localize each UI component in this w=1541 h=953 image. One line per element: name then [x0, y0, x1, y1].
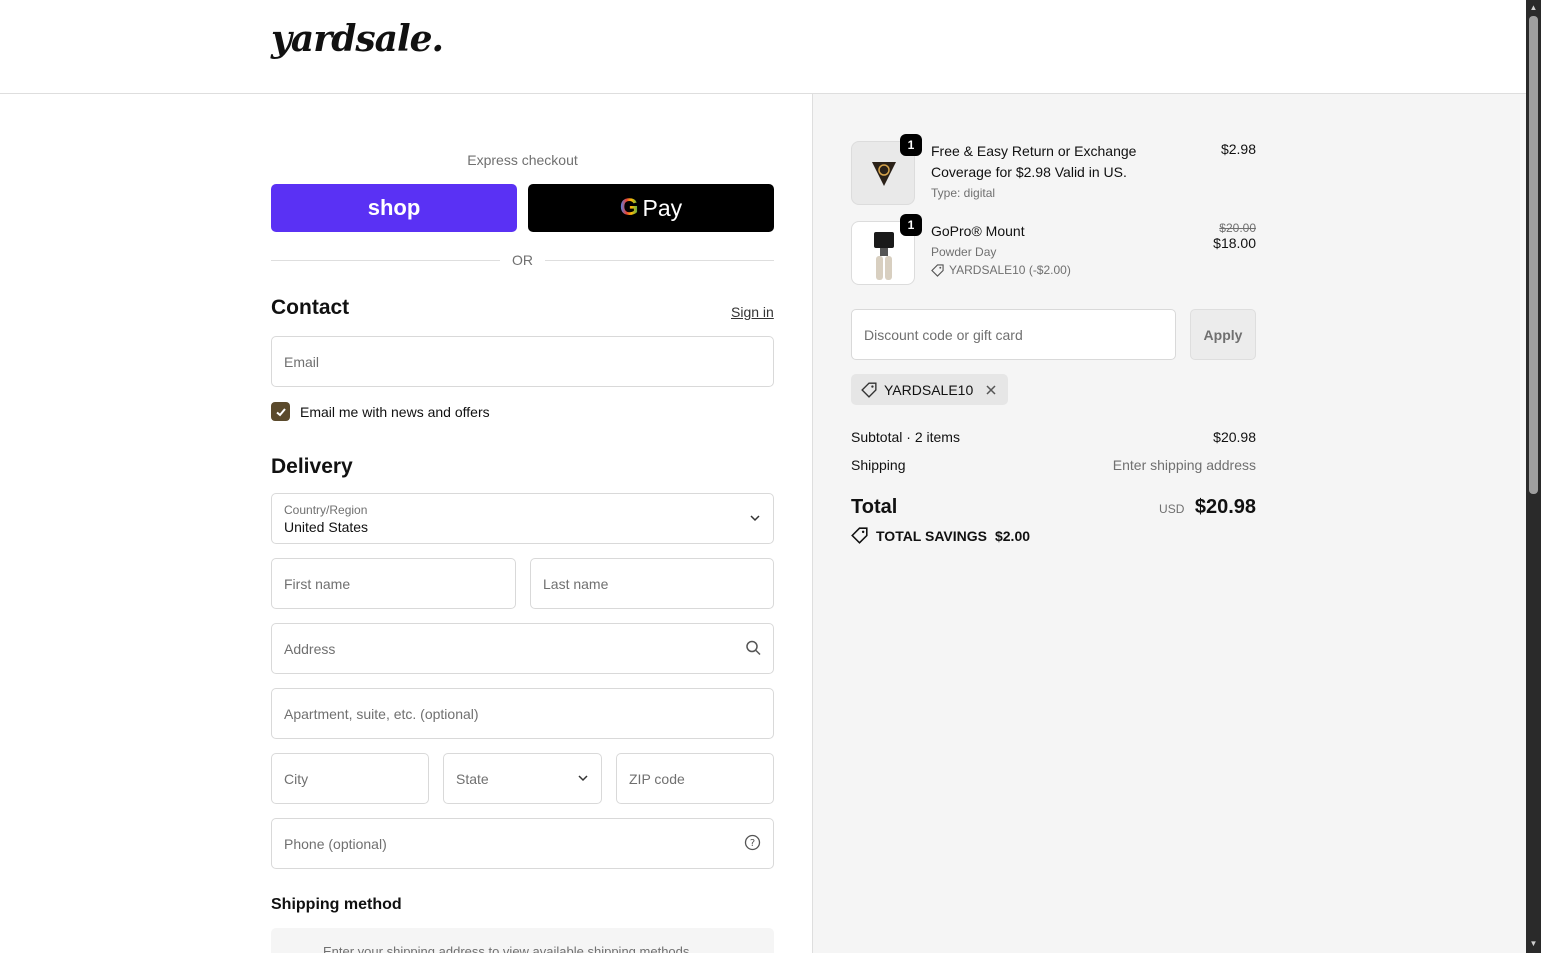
checkout-form-column: Express checkout shop G Pay OR Contact S… [0, 94, 812, 953]
email-field[interactable]: Email [271, 336, 774, 387]
country-select[interactable]: Country/Region United States [271, 493, 774, 544]
item-discount-label: YARDSALE10 (-$2.00) [949, 263, 1071, 277]
item-price: $18.00 [1213, 235, 1256, 251]
cart-item: 1 GoPro® Mount Powder Day YARDSALE10 (-$… [851, 214, 1256, 285]
apartment-field[interactable]: Apartment, suite, etc. (optional) [271, 688, 774, 739]
item-price-block: $20.00 $18.00 [1213, 221, 1256, 251]
first-name-field[interactable]: First name [271, 558, 516, 609]
applied-code-label: YARDSALE10 [884, 381, 974, 398]
item-variant: Powder Day [931, 245, 997, 259]
country-value: United States [284, 518, 369, 535]
google-pay-button[interactable]: G Pay [528, 184, 774, 232]
city-field[interactable]: City [271, 753, 429, 804]
last-name-placeholder: Last name [543, 575, 609, 592]
first-name-placeholder: First name [284, 575, 351, 592]
scrollbar[interactable]: ▲ ▼ [1526, 0, 1541, 953]
divider-line [545, 259, 774, 261]
checkmark-icon [275, 407, 286, 416]
tag-icon [851, 527, 868, 544]
header: yardsale. [0, 0, 1526, 94]
item-type: Type: digital [931, 186, 996, 200]
applied-discount-chip: YARDSALE10 [851, 374, 1009, 405]
quantity-badge: 1 [900, 214, 922, 236]
country-label: Country/Region [284, 502, 368, 517]
help-icon[interactable]: ? [744, 834, 761, 854]
shop-pay-label: shop [367, 195, 421, 220]
tag-icon [931, 263, 944, 277]
phone-field[interactable]: Phone (optional) ? [271, 818, 774, 869]
order-summary-column: 1 Free & Easy Return or Exchange Coverag… [812, 94, 1526, 953]
delivery-title: Delivery [271, 455, 353, 478]
apartment-placeholder: Apartment, suite, etc. (optional) [284, 705, 479, 722]
phone-placeholder: Phone (optional) [284, 835, 387, 852]
discount-code-input[interactable]: Discount code or gift card [851, 309, 1176, 360]
scroll-thumb[interactable] [1529, 16, 1538, 494]
sign-in-link[interactable]: Sign in [731, 304, 774, 320]
scroll-up-icon[interactable]: ▲ [1526, 2, 1541, 14]
email-placeholder: Email [284, 353, 320, 370]
tag-icon [861, 381, 877, 398]
product-image: 1 [851, 214, 922, 285]
chevron-down-icon [577, 771, 589, 787]
total-row: Total USD $20.98 [851, 496, 1256, 519]
subtotal-label: Subtotal · 2 items [851, 429, 960, 445]
item-price: $2.98 [1220, 141, 1256, 157]
chevron-down-icon [749, 511, 761, 527]
item-name: Free & Easy Return or Exchange Coverage … [931, 143, 1137, 180]
subtotal-value: $20.98 [1213, 429, 1256, 445]
cart-item: 1 Free & Easy Return or Exchange Coverag… [851, 134, 1256, 205]
total-amount: USD $20.98 [1159, 496, 1256, 519]
shipping-method-title: Shipping method [271, 896, 402, 913]
total-savings: TOTAL SAVINGS $2.00 [851, 527, 1030, 544]
savings-value: $2.00 [994, 527, 1031, 544]
product-image: 1 [851, 134, 922, 205]
divider-line [271, 259, 500, 261]
remove-code-icon[interactable] [984, 383, 998, 397]
zip-placeholder: ZIP code [629, 770, 685, 787]
shipping-label: Shipping [851, 457, 906, 473]
shipping-method-message: Enter your shipping address to view avai… [323, 944, 693, 953]
quantity-badge: 1 [900, 134, 922, 156]
address-field[interactable]: Address [271, 623, 774, 674]
google-pay-label: Pay [642, 194, 683, 221]
subtotal-row: Subtotal · 2 items $20.98 [851, 429, 1256, 445]
store-logo[interactable]: yardsale. [271, 18, 444, 60]
last-name-field[interactable]: Last name [530, 558, 774, 609]
address-placeholder: Address [284, 640, 336, 657]
total-currency: USD [1159, 502, 1185, 516]
search-icon [745, 639, 761, 658]
contact-title: Contact [271, 296, 350, 319]
shop-pay-button[interactable]: shop [271, 184, 517, 232]
scroll-down-icon[interactable]: ▼ [1526, 938, 1541, 950]
shipping-row: Shipping Enter shipping address [851, 457, 1256, 473]
original-price: $20.00 [1219, 221, 1256, 235]
newsletter-checkbox[interactable] [271, 402, 290, 421]
express-checkout-label: Express checkout [467, 152, 578, 168]
item-discount: YARDSALE10 (-$2.00) [931, 263, 1071, 277]
total-label: Total [851, 496, 898, 518]
newsletter-checkbox-row[interactable]: Email me with news and offers [271, 402, 490, 421]
city-placeholder: City [284, 770, 309, 787]
or-divider: OR [271, 250, 774, 270]
svg-text:?: ? [750, 838, 755, 849]
shipping-value: Enter shipping address [1112, 457, 1256, 473]
shipping-method-box: Enter your shipping address to view avai… [271, 928, 774, 953]
zip-field[interactable]: ZIP code [616, 753, 774, 804]
item-name: GoPro® Mount [931, 223, 1025, 239]
discount-placeholder: Discount code or gift card [864, 326, 1023, 343]
state-select[interactable]: State [443, 753, 602, 804]
savings-label: TOTAL SAVINGS [876, 527, 987, 544]
total-value: $20.98 [1194, 496, 1256, 518]
newsletter-label: Email me with news and offers [300, 403, 490, 420]
google-g-icon: G [619, 194, 639, 221]
state-placeholder: State [456, 770, 489, 787]
apply-discount-button[interactable]: Apply [1190, 309, 1256, 360]
or-text: OR [512, 252, 533, 268]
